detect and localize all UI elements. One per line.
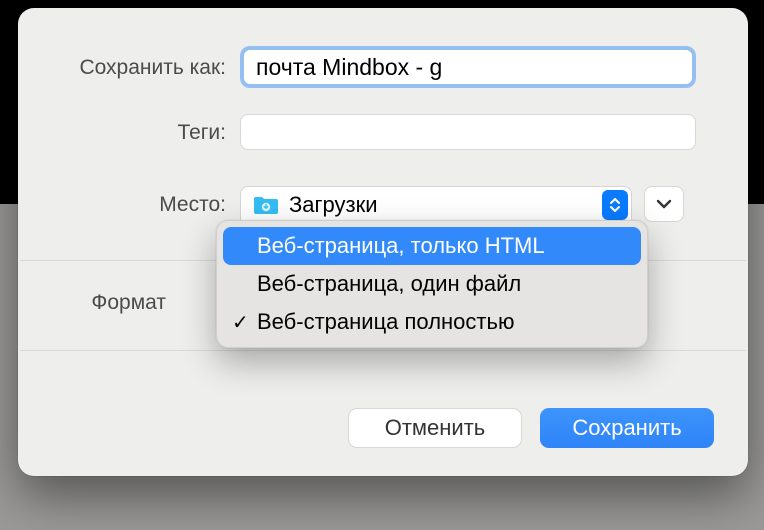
where-label: Место: (18, 194, 240, 215)
format-option[interactable]: Веб-страница, только HTML (223, 227, 641, 265)
cancel-button[interactable]: Отменить (348, 408, 522, 448)
format-label: Формат (18, 292, 180, 313)
chevron-down-icon (656, 199, 672, 209)
where-row: Место: Загрузки (18, 186, 748, 222)
tags-label: Теги: (18, 122, 240, 143)
checkmark-icon: ✓ (232, 310, 249, 335)
format-option[interactable]: ✓ Веб-страница полностью (223, 303, 641, 341)
tags-row: Теги: (18, 114, 748, 150)
filename-field-wrap[interactable] (240, 46, 696, 88)
format-dropdown: Веб-страница, только HTML Веб-страница, … (216, 220, 648, 348)
format-option[interactable]: Веб-страница, один файл (223, 265, 641, 303)
save-dialog: Сохранить как: Теги: Место: Загрузки (18, 8, 748, 476)
where-select[interactable]: Загрузки (240, 186, 632, 222)
save-as-label: Сохранить как: (18, 57, 240, 78)
format-option-label: Веб-страница, один файл (257, 271, 521, 297)
separator (20, 350, 746, 351)
filename-input[interactable] (256, 54, 680, 81)
updown-stepper-icon (602, 190, 628, 220)
save-as-row: Сохранить как: (18, 46, 748, 88)
format-option-label: Веб-страница, только HTML (257, 233, 545, 259)
tags-input[interactable] (240, 114, 696, 150)
expand-location-button[interactable] (644, 186, 684, 222)
format-option-label: Веб-страница полностью (257, 309, 514, 335)
save-button[interactable]: Сохранить (540, 408, 714, 448)
downloads-folder-icon (253, 195, 279, 215)
dialog-footer: Отменить Сохранить (18, 408, 748, 448)
where-folder-name: Загрузки (289, 192, 378, 218)
